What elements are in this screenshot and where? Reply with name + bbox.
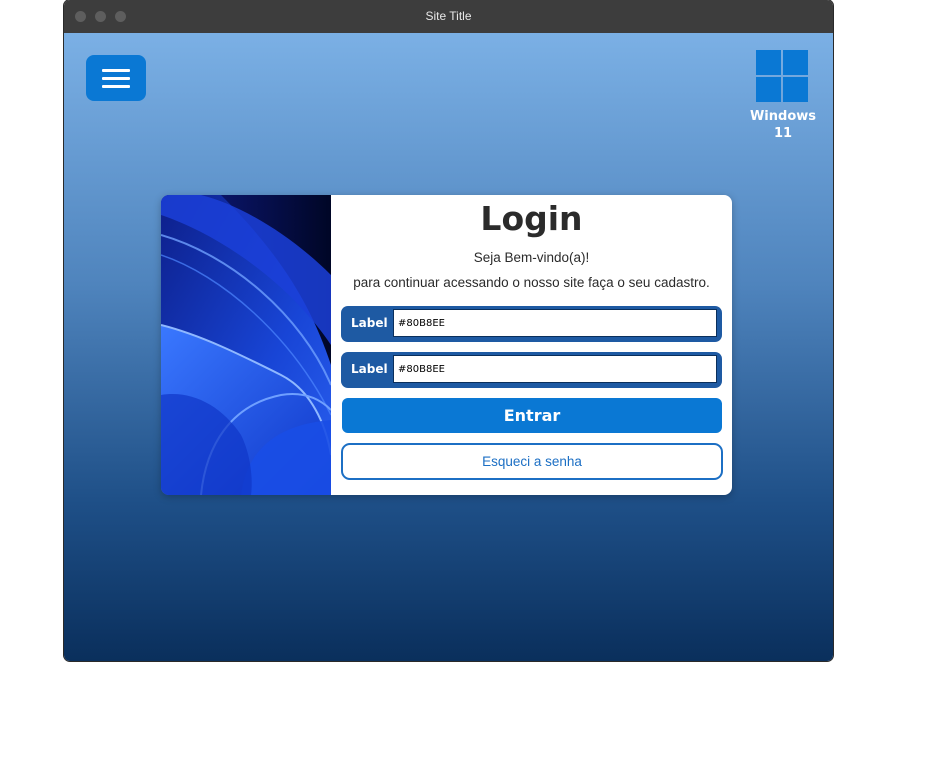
field-label-2: Label [351, 362, 388, 376]
login-form: Login Seja Bem-vindo(a)! para continuar … [331, 195, 732, 495]
login-card: Login Seja Bem-vindo(a)! para continuar … [161, 195, 732, 495]
title-bar: Site Title [64, 0, 833, 33]
menu-button[interactable] [86, 55, 146, 101]
input-group-2: Label [341, 352, 722, 388]
field-label-1: Label [351, 316, 388, 330]
page-content: Windows 11 Login Seja Bem-vindo(a)! para… [64, 33, 833, 661]
browser-window: Site Title Windows 11 Login Seja Bem-vin… [64, 0, 833, 661]
text-field-1[interactable] [393, 309, 717, 337]
windows-logo-icon [756, 50, 808, 102]
input-group-1: Label [341, 306, 722, 342]
window-title: Site Title [425, 9, 472, 23]
forgot-password-button[interactable]: Esqueci a senha [341, 443, 723, 480]
login-title: Login [480, 199, 583, 238]
subtitle-text: para continuar acessando o nosso site fa… [353, 275, 710, 290]
wallpaper-image [161, 195, 331, 495]
windows-label: Windows 11 [749, 109, 817, 141]
text-field-2[interactable] [393, 355, 717, 383]
enter-button[interactable]: Entrar [342, 398, 722, 433]
welcome-text: Seja Bem-vindo(a)! [473, 250, 590, 265]
